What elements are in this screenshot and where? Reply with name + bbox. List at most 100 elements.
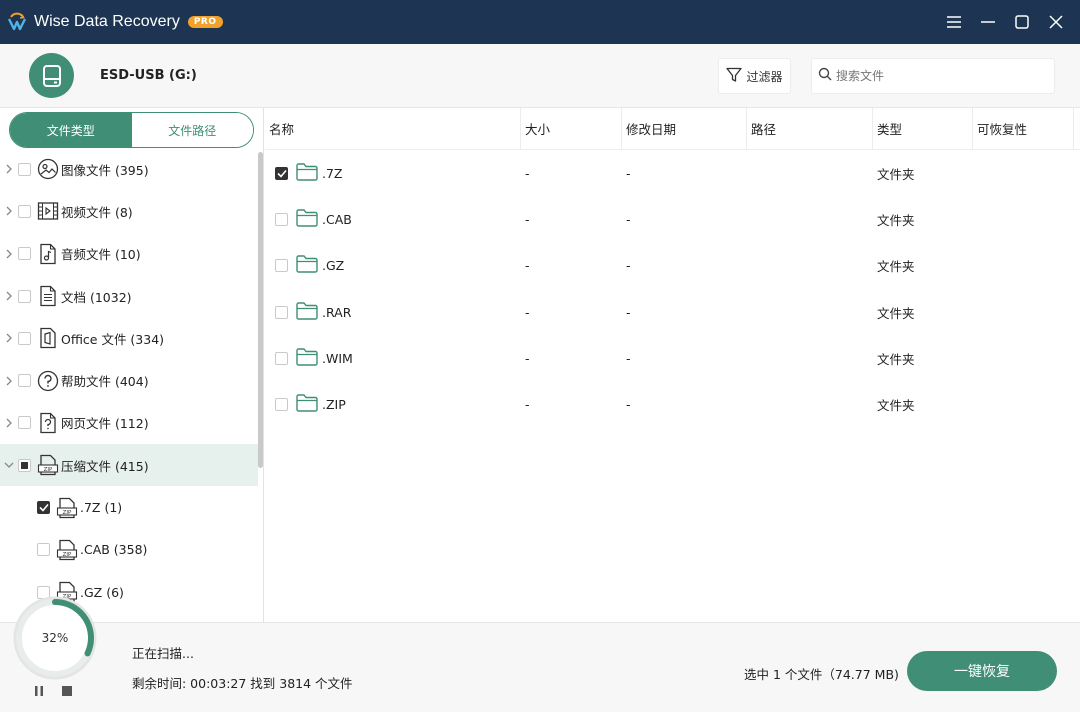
image-file-icon [37, 158, 59, 180]
tree-item-help[interactable]: 帮助文件 (404) [0, 359, 258, 401]
tree-item-videos[interactable]: 视频文件 (8) [0, 190, 258, 232]
category-panel: 文件类型 文件路径 图像文件 (395) 视频文件 (8) 音频文件 (10) … [0, 108, 264, 622]
search-input[interactable] [836, 69, 1036, 83]
svg-text:ZIP: ZIP [63, 552, 72, 558]
file-path [747, 335, 873, 381]
chevron-down-icon[interactable] [0, 461, 18, 469]
chevron-right-icon[interactable] [0, 376, 18, 386]
file-date: - [626, 397, 631, 413]
tree-checkbox[interactable] [18, 162, 31, 176]
tree-checkbox[interactable] [18, 458, 31, 472]
tree-item-images[interactable]: 图像文件 (395) [0, 148, 258, 190]
file-path [747, 381, 873, 427]
column-header-type[interactable]: 类型 [873, 107, 973, 150]
web-file-icon [37, 412, 59, 434]
chevron-right-icon[interactable] [0, 333, 18, 343]
column-header-name[interactable]: 名称 [265, 107, 521, 150]
tree-checkbox[interactable] [18, 204, 31, 218]
file-recoverability [973, 196, 1074, 242]
row-checkbox[interactable] [275, 398, 288, 412]
tree-subitem-7z[interactable]: ZIP .7Z (1) [0, 486, 258, 528]
chevron-right-icon[interactable] [0, 291, 18, 301]
file-name: .ZIP [322, 397, 346, 413]
category-tree: 图像文件 (395) 视频文件 (8) 音频文件 (10) 文档 (1032) [0, 148, 258, 613]
filter-button[interactable]: 过滤器 [718, 58, 791, 94]
table-row[interactable]: .ZIP - - 文件夹 [265, 381, 1080, 427]
tab-file-path[interactable]: 文件路径 [131, 113, 253, 147]
tree-checkbox[interactable] [18, 416, 31, 430]
tree-checkbox[interactable] [37, 501, 50, 515]
tree-item-audio[interactable]: 音频文件 (10) [0, 233, 258, 275]
close-icon[interactable] [1042, 8, 1070, 36]
tree-item-label: 文档 (1032) [61, 289, 132, 305]
column-header-path[interactable]: 路径 [747, 107, 873, 150]
maximize-icon[interactable] [1008, 8, 1036, 36]
table-row[interactable]: .7Z - - 文件夹 [265, 150, 1080, 196]
selection-summary: 选中 1 个文件（74.77 MB) [744, 667, 899, 682]
table-row[interactable]: .CAB - - 文件夹 [265, 196, 1080, 242]
chevron-right-icon[interactable] [0, 249, 18, 259]
table-row[interactable]: .RAR - - 文件夹 [265, 289, 1080, 335]
table-row[interactable]: .GZ - - 文件夹 [265, 243, 1080, 289]
tree-checkbox[interactable] [18, 374, 31, 388]
file-path [747, 196, 873, 242]
tree-item-archives[interactable]: ZIP 压缩文件 (415) [0, 444, 258, 487]
row-checkbox[interactable] [275, 166, 288, 180]
file-date: - [626, 165, 631, 181]
tree-item-documents[interactable]: 文档 (1032) [0, 275, 258, 317]
tree-scrollbar[interactable] [258, 152, 263, 468]
svg-text:ZIP: ZIP [44, 467, 53, 473]
tree-item-office[interactable]: Office 文件 (334) [0, 317, 258, 359]
file-name: .7Z [322, 165, 343, 181]
tree-subitem-cab[interactable]: ZIP .CAB (358) [0, 529, 258, 571]
file-recoverability [973, 243, 1074, 289]
column-header-size[interactable]: 大小 [521, 107, 622, 150]
scan-progress-ring: 32% [13, 596, 97, 680]
row-checkbox[interactable] [275, 351, 288, 365]
chevron-right-icon[interactable] [0, 206, 18, 216]
minimize-icon[interactable] [974, 8, 1002, 36]
tree-item-label: 音频文件 (10) [61, 247, 141, 263]
folder-icon [296, 301, 318, 323]
tree-item-web[interactable]: 网页文件 (112) [0, 402, 258, 444]
row-checkbox[interactable] [275, 212, 288, 226]
table-header: 名称 大小 修改日期 路径 类型 可恢复性 [265, 107, 1080, 150]
window-controls [940, 0, 1070, 44]
file-recoverability [973, 335, 1074, 381]
folder-icon [296, 394, 318, 415]
file-size: - [525, 397, 530, 413]
search-box[interactable] [811, 58, 1055, 94]
video-file-icon [37, 200, 59, 222]
filter-icon [726, 67, 743, 86]
file-size: - [525, 304, 530, 320]
tree-checkbox[interactable] [18, 331, 31, 345]
folder-icon [296, 209, 318, 230]
tree-checkbox[interactable] [37, 543, 50, 557]
search-icon [818, 67, 832, 85]
row-checkbox[interactable] [275, 305, 288, 319]
chevron-right-icon[interactable] [0, 418, 18, 428]
column-header-date[interactable]: 修改日期 [622, 107, 747, 150]
stop-icon[interactable] [61, 685, 73, 697]
pause-icon[interactable] [33, 685, 45, 697]
document-file-icon [37, 285, 59, 307]
title-bar: Wise Data Recovery PRO [0, 0, 1080, 44]
usb-drive-icon [29, 53, 74, 98]
table-row[interactable]: .WIM - - 文件夹 [265, 335, 1080, 381]
pro-badge: PRO [187, 16, 223, 28]
row-checkbox[interactable] [275, 259, 288, 273]
file-name: .RAR [322, 304, 352, 320]
column-header-recoverability[interactable]: 可恢复性 [973, 107, 1074, 150]
tab-file-type[interactable]: 文件类型 [10, 113, 132, 147]
drive-header: ESD-USB (G:) 过滤器 [0, 44, 1080, 108]
menu-icon[interactable] [940, 8, 968, 36]
file-date: - [626, 350, 631, 366]
file-name: .GZ [322, 258, 345, 274]
tree-checkbox[interactable] [18, 247, 31, 261]
tree-checkbox[interactable] [18, 289, 31, 303]
tree-item-label: 网页文件 (112) [61, 416, 149, 432]
chevron-right-icon[interactable] [0, 164, 18, 174]
recover-button[interactable]: 一键恢复 [907, 651, 1057, 691]
tree-item-label: .7Z (1) [80, 500, 123, 516]
file-type: 文件夹 [877, 259, 915, 275]
